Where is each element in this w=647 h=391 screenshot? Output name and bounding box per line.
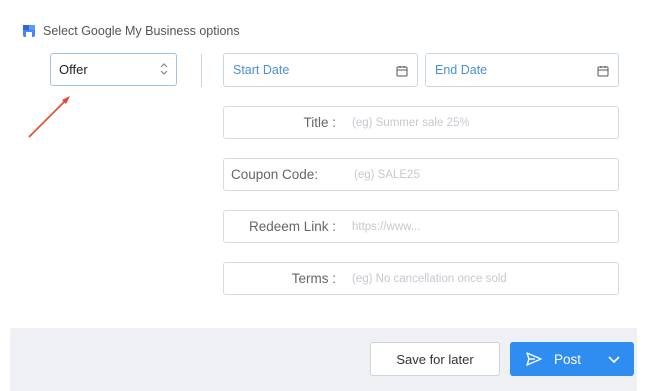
end-date-placeholder: End Date [435,63,488,77]
terms-row: Terms : [223,262,619,295]
coupon-code-label: Coupon Code: [231,167,319,182]
redeem-link-input[interactable] [344,219,618,234]
post-type-value: Offer [59,62,88,77]
calendar-icon[interactable] [597,64,609,77]
post-type-select[interactable]: Offer [50,53,177,86]
title-input[interactable] [344,115,618,130]
chevron-down-icon[interactable] [608,353,620,365]
coupon-code-input[interactable] [346,167,618,182]
annotation-arrow-icon [28,96,70,138]
header-label: Select Google My Business options [43,24,240,38]
start-date-placeholder: Start Date [233,63,290,77]
vertical-divider [201,54,202,87]
redeem-link-label: Redeem Link : [248,219,336,234]
terms-label: Terms : [291,271,336,286]
select-updown-icon [160,63,168,76]
send-icon [526,351,542,367]
end-date-field[interactable]: End Date [425,53,619,87]
gmb-options-panel: Select Google My Business options Offer … [0,0,647,391]
calendar-icon[interactable] [396,64,408,77]
google-my-business-icon [22,24,36,38]
post-label: Post [554,351,582,367]
coupon-code-row: Coupon Code: [223,158,619,191]
terms-input[interactable] [344,271,618,286]
start-date-field[interactable]: Start Date [223,53,418,87]
title-label: Title : [303,115,336,130]
redeem-link-row: Redeem Link : [223,210,619,243]
gmb-options-header: Select Google My Business options [22,22,240,40]
title-row: Title : [223,106,619,139]
post-button[interactable]: Post [510,342,634,376]
save-for-later-button[interactable]: Save for later [370,342,500,376]
